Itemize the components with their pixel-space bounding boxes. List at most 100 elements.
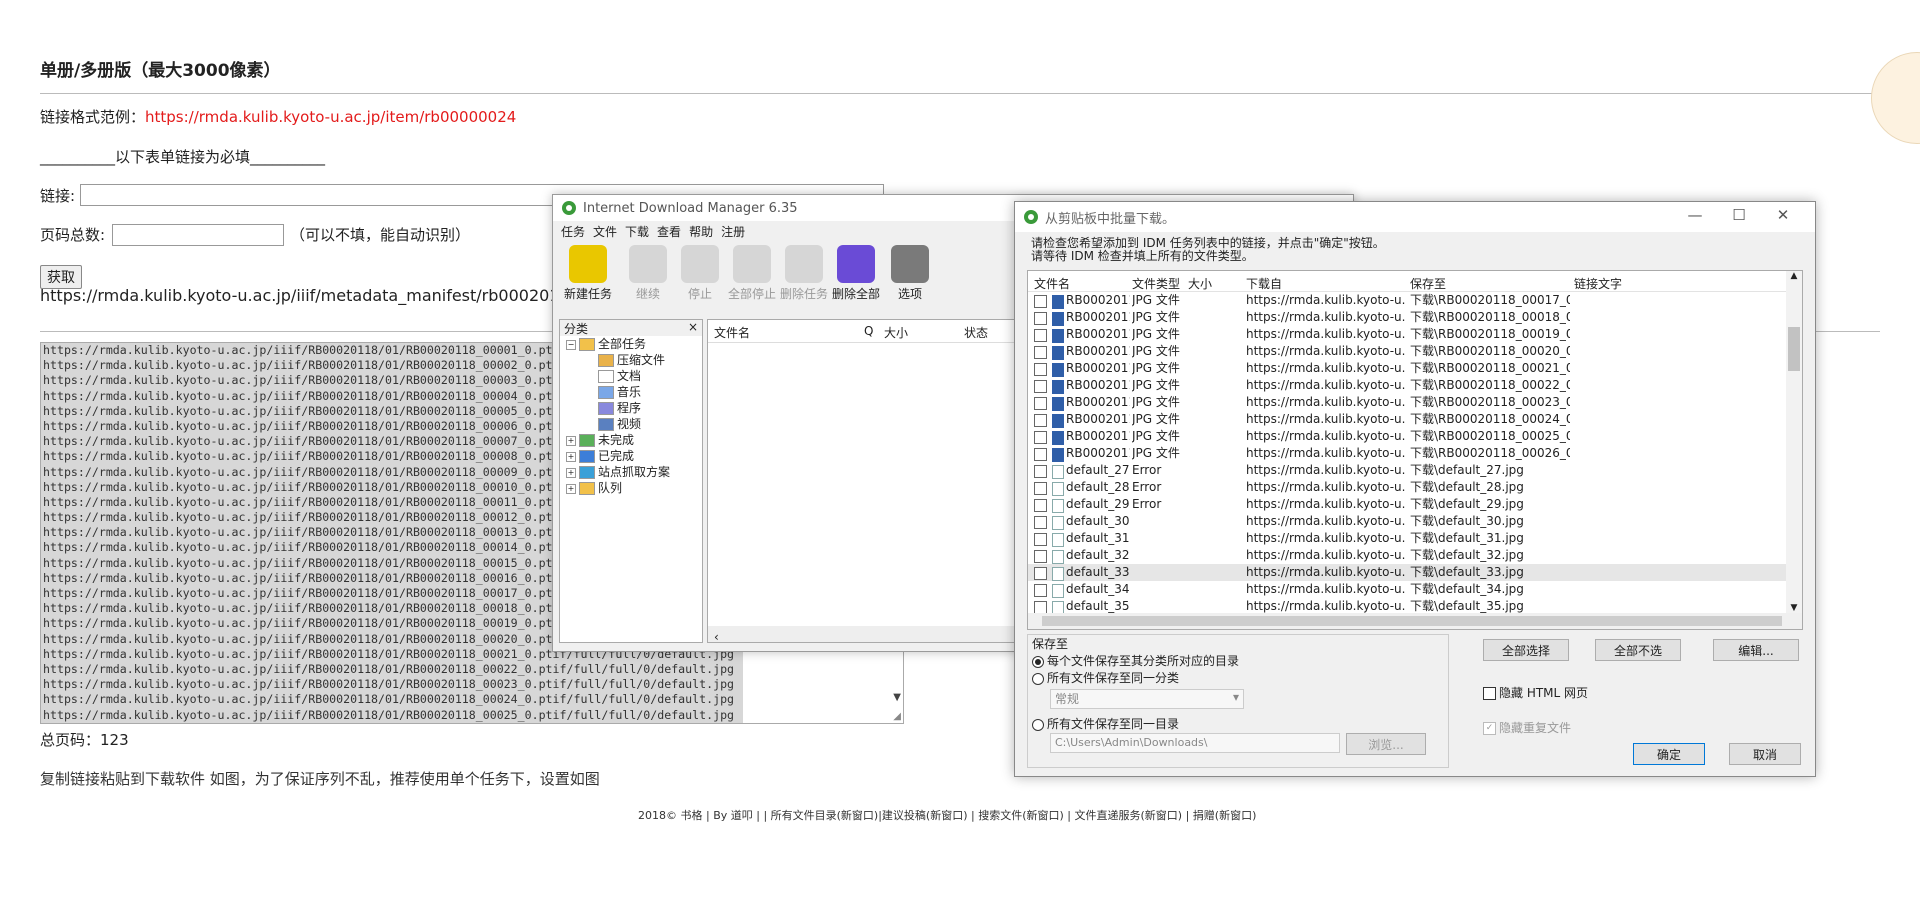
- row-checkbox[interactable]: [1034, 431, 1047, 444]
- menu-item[interactable]: 查看: [657, 223, 681, 240]
- toolbar-button[interactable]: 选项: [879, 245, 941, 302]
- expand-toggle-icon[interactable]: +: [566, 467, 576, 478]
- close-icon[interactable]: ✕: [1761, 206, 1805, 224]
- checkbox-checked-icon[interactable]: ✓: [1483, 722, 1496, 735]
- row-checkbox[interactable]: [1034, 465, 1047, 478]
- resize-grip-icon[interactable]: ◢: [893, 711, 901, 722]
- tree-item[interactable]: − 全部任务: [560, 336, 702, 352]
- menu-item[interactable]: 帮助: [689, 223, 713, 240]
- menu-item[interactable]: 文件: [593, 223, 617, 240]
- row-checkbox[interactable]: [1034, 312, 1047, 325]
- tree-item[interactable]: + 未完成: [560, 432, 702, 448]
- table-row[interactable]: default_29.jpgError https://rmda.kulib.ky…: [1028, 496, 1802, 513]
- row-checkbox[interactable]: [1034, 516, 1047, 529]
- horizontal-scrollbar[interactable]: [1028, 613, 1802, 629]
- expand-toggle-icon[interactable]: +: [566, 451, 576, 462]
- column-header[interactable]: Q: [864, 324, 873, 338]
- tree-item[interactable]: + 队列: [560, 480, 702, 496]
- category-select[interactable]: 常规 ▾: [1050, 689, 1244, 709]
- menu-item[interactable]: 下载: [625, 223, 649, 240]
- edit-button[interactable]: 编辑...: [1713, 639, 1799, 661]
- table-row[interactable]: RB00020118_...JPG 文件 https://rmda.kulib.k…: [1028, 309, 1802, 326]
- row-checkbox[interactable]: [1034, 533, 1047, 546]
- row-checkbox[interactable]: [1034, 448, 1047, 461]
- table-row[interactable]: RB00020118_...JPG 文件 https://rmda.kulib.k…: [1028, 360, 1802, 377]
- menu-item[interactable]: 注册: [721, 223, 745, 240]
- maximize-icon[interactable]: ☐: [1717, 206, 1761, 224]
- scroll-down-arrow-icon[interactable]: ▼: [893, 692, 901, 703]
- floating-bird-icon[interactable]: [1871, 52, 1920, 144]
- radio-checked-icon[interactable]: [1032, 655, 1044, 668]
- links-table[interactable]: 文件名文件类型大小下载自保存至链接文字 RB00020118_...JPG 文件…: [1027, 270, 1803, 630]
- deselect-all-button[interactable]: 全部不选: [1595, 639, 1681, 661]
- row-checkbox[interactable]: [1034, 329, 1047, 342]
- table-row[interactable]: RB00020118_...JPG 文件 https://rmda.kulib.k…: [1028, 411, 1802, 428]
- table-row[interactable]: RB00020118_...JPG 文件 https://rmda.kulib.k…: [1028, 445, 1802, 462]
- radio-icon[interactable]: [1032, 718, 1044, 731]
- expand-toggle-icon[interactable]: +: [566, 483, 576, 494]
- row-checkbox[interactable]: [1034, 414, 1047, 427]
- browse-button[interactable]: 浏览...: [1346, 733, 1426, 755]
- table-row[interactable]: default_31.jpg https://rmda.kulib.kyoto-u…: [1028, 530, 1802, 547]
- table-row[interactable]: RB00020118_...JPG 文件 https://rmda.kulib.k…: [1028, 326, 1802, 343]
- table-row[interactable]: RB00020118_...JPG 文件 https://rmda.kulib.k…: [1028, 292, 1802, 309]
- row-checkbox[interactable]: [1034, 584, 1047, 597]
- tree-item[interactable]: + 站点抓取方案: [560, 464, 702, 480]
- row-checkbox[interactable]: [1034, 550, 1047, 563]
- hide-html-option[interactable]: 隐藏 HTML 网页: [1483, 684, 1588, 701]
- row-checkbox[interactable]: [1034, 397, 1047, 410]
- tree-item[interactable]: 压缩文件: [560, 352, 702, 368]
- column-header[interactable]: 链接文字: [1574, 275, 1622, 292]
- column-header[interactable]: 状态: [964, 324, 988, 341]
- table-row[interactable]: RB00020118_...JPG 文件 https://rmda.kulib.k…: [1028, 377, 1802, 394]
- table-row[interactable]: default_28.jpgError https://rmda.kulib.ky…: [1028, 479, 1802, 496]
- minimize-icon[interactable]: —: [1673, 206, 1717, 224]
- column-header[interactable]: 保存至: [1410, 275, 1446, 292]
- scroll-thumb[interactable]: [1788, 327, 1800, 371]
- row-checkbox[interactable]: [1034, 295, 1047, 308]
- radio-icon[interactable]: [1032, 672, 1044, 685]
- row-checkbox[interactable]: [1034, 380, 1047, 393]
- pages-input[interactable]: [112, 224, 284, 246]
- option-same-directory[interactable]: 所有文件保存至同一目录: [1032, 715, 1179, 732]
- scroll-thumb[interactable]: [1042, 616, 1782, 626]
- example-url-link[interactable]: https://rmda.kulib.kyoto-u.ac.jp/item/rb…: [145, 108, 516, 126]
- option-each-category[interactable]: 每个文件保存至其分类所对应的目录: [1032, 652, 1239, 669]
- directory-input[interactable]: C:\Users\Admin\Downloads\: [1050, 733, 1340, 753]
- column-header[interactable]: 大小: [1188, 275, 1212, 292]
- column-header[interactable]: 大小: [884, 324, 908, 341]
- expand-toggle-icon[interactable]: −: [566, 339, 576, 350]
- tree-item[interactable]: + 已完成: [560, 448, 702, 464]
- table-row[interactable]: RB00020118_...JPG 文件 https://rmda.kulib.k…: [1028, 428, 1802, 445]
- tree-item[interactable]: 程序: [560, 400, 702, 416]
- close-icon[interactable]: ×: [688, 320, 698, 336]
- table-row[interactable]: RB00020118_...JPG 文件 https://rmda.kulib.k…: [1028, 394, 1802, 411]
- menu-item[interactable]: 任务: [561, 223, 585, 240]
- column-header[interactable]: 文件名: [1034, 275, 1070, 292]
- tree-item[interactable]: 视频: [560, 416, 702, 432]
- dialog-titlebar[interactable]: 从剪贴板中批量下载。 — ☐ ✕: [1015, 202, 1815, 232]
- column-header[interactable]: 文件名: [714, 324, 750, 341]
- chevron-down-icon[interactable]: ▾: [1233, 690, 1239, 704]
- table-row[interactable]: default_33.jpg https://rmda.kulib.kyoto-u…: [1028, 564, 1802, 581]
- expand-toggle-icon[interactable]: +: [566, 435, 576, 446]
- toolbar-button[interactable]: 新建任务: [557, 245, 619, 302]
- tree-item[interactable]: 音乐: [560, 384, 702, 400]
- vertical-scrollbar[interactable]: ▲ ▼: [1786, 271, 1802, 613]
- table-row[interactable]: default_32.jpg https://rmda.kulib.kyoto-u…: [1028, 547, 1802, 564]
- row-checkbox[interactable]: [1034, 346, 1047, 359]
- checkbox-icon[interactable]: [1483, 687, 1496, 700]
- cancel-button[interactable]: 取消: [1729, 743, 1801, 765]
- scroll-left-icon[interactable]: ‹: [714, 630, 719, 644]
- row-checkbox[interactable]: [1034, 363, 1047, 376]
- table-row[interactable]: default_27.jpgError https://rmda.kulib.ky…: [1028, 462, 1802, 479]
- option-same-category[interactable]: 所有文件保存至同一分类: [1032, 669, 1179, 686]
- scroll-up-icon[interactable]: ▲: [1786, 271, 1802, 281]
- row-checkbox[interactable]: [1034, 499, 1047, 512]
- table-row[interactable]: default_30.jpg https://rmda.kulib.kyoto-u…: [1028, 513, 1802, 530]
- column-header[interactable]: 下载自: [1246, 275, 1282, 292]
- ok-button[interactable]: 确定: [1633, 743, 1705, 765]
- table-row[interactable]: RB00020118_...JPG 文件 https://rmda.kulib.k…: [1028, 343, 1802, 360]
- select-all-button[interactable]: 全部选择: [1483, 639, 1569, 661]
- table-row[interactable]: default_34.jpg https://rmda.kulib.kyoto-u…: [1028, 581, 1802, 598]
